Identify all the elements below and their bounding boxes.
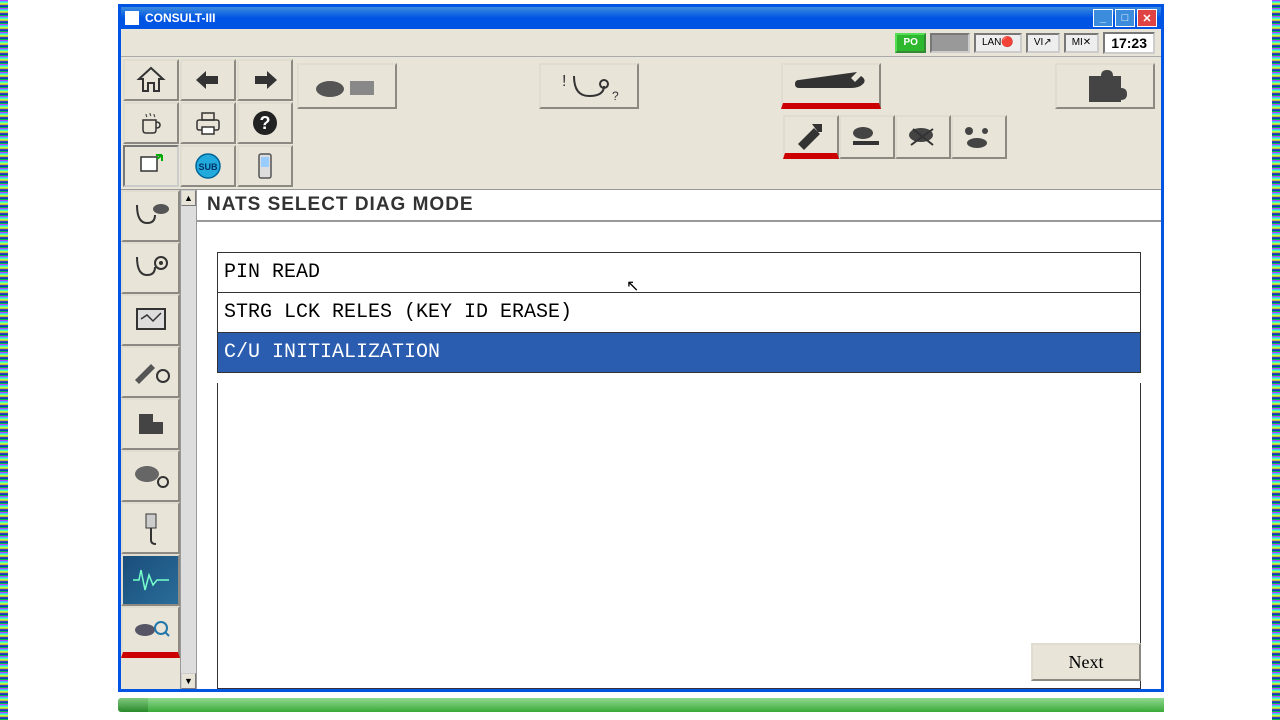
sb-shape[interactable] <box>121 398 180 450</box>
help-icon: ? <box>251 109 279 137</box>
subtab-tool4[interactable] <box>951 115 1007 159</box>
status-vi: VI↗ <box>1026 33 1060 53</box>
ecu-icon <box>131 460 171 492</box>
app-icon <box>125 11 139 25</box>
svg-text:!: ! <box>562 73 566 90</box>
tab-vehicle[interactable] <box>297 63 397 109</box>
sb-probe[interactable] <box>121 502 180 554</box>
block-icon <box>133 408 169 440</box>
tab-diagnostic[interactable]: !? <box>539 63 639 109</box>
window-title: CONSULT-III <box>145 11 1093 25</box>
diag-mode-list: PIN READ STRG LCK RELES (KEY ID ERASE) C… <box>217 252 1141 373</box>
list-item[interactable]: C/U INITIALIZATION <box>218 333 1140 372</box>
wrench-icon <box>791 72 871 96</box>
decorative-noise-left <box>0 0 8 720</box>
close-button[interactable]: ✕ <box>1137 9 1157 27</box>
help-button[interactable]: ? <box>237 102 293 144</box>
car-plug-icon <box>312 71 382 101</box>
puzzle-icon <box>1083 68 1127 104</box>
list-item[interactable]: PIN READ <box>218 253 1140 293</box>
tab-repair[interactable] <box>781 63 881 109</box>
subtab-tool3[interactable] <box>895 115 951 159</box>
sb-write[interactable] <box>121 346 180 398</box>
svg-text:SUB: SUB <box>198 162 218 172</box>
steth-car-icon <box>131 199 171 233</box>
sub-button[interactable]: SUB <box>180 145 236 187</box>
page-title: NATS SELECT DIAG MODE <box>197 190 1161 222</box>
main-panel: NATS SELECT DIAG MODE PIN READ STRG LCK … <box>197 190 1161 689</box>
clock: 17:23 <box>1103 32 1155 54</box>
sidebar-scrollbar[interactable]: ▲ ▼ <box>180 190 196 689</box>
sb-ecu[interactable] <box>121 450 180 502</box>
search-car-icon <box>131 616 171 644</box>
tab-puzzle[interactable] <box>1055 63 1155 109</box>
stethoscope-alert-icon: !? <box>554 68 624 104</box>
screen-icon <box>138 153 164 179</box>
list-blank-area <box>217 383 1141 689</box>
subtab-tool1[interactable] <box>783 115 839 159</box>
status-bar: PO LAN🔴 VI↗ MI✕ 17:23 <box>121 29 1161 57</box>
status-po: PO <box>895 33 925 53</box>
decorative-noise-right <box>1272 0 1280 720</box>
scroll-up-button[interactable]: ▲ <box>181 190 196 206</box>
sb-diag1[interactable] <box>121 190 180 242</box>
svg-text:?: ? <box>260 113 271 133</box>
start-button[interactable] <box>118 698 148 712</box>
monitor-icon <box>133 305 169 335</box>
content-area: ▲ ▼ NATS SELECT DIAG MODE PIN READ STRG … <box>121 190 1161 689</box>
scroll-down-button[interactable]: ▼ <box>181 673 196 689</box>
back-button[interactable] <box>180 59 236 101</box>
print-button[interactable] <box>180 102 236 144</box>
status-mi: MI✕ <box>1064 33 1100 53</box>
printer-icon <box>193 110 223 136</box>
list-item[interactable]: STRG LCK RELES (KEY ID ERASE) <box>218 293 1140 333</box>
arrow-right-icon <box>251 69 279 91</box>
forward-button[interactable] <box>237 59 293 101</box>
toolbar: ? SUB !? <box>121 57 1161 190</box>
maximize-button[interactable]: □ <box>1115 9 1135 27</box>
car-tools-icon <box>905 123 941 151</box>
taskbar-body <box>148 698 1164 712</box>
next-button[interactable]: Next <box>1031 643 1141 681</box>
coffee-icon <box>138 110 164 136</box>
taskbar[interactable] <box>118 698 1164 712</box>
waveform-icon <box>131 565 171 595</box>
home-button[interactable] <box>123 59 179 101</box>
titlebar: CONSULT-III _ □ ✕ <box>121 7 1161 29</box>
screen-button[interactable] <box>123 145 179 187</box>
minimize-button[interactable]: _ <box>1093 9 1113 27</box>
steth-gear-icon <box>131 251 171 285</box>
hammer-icon <box>794 120 828 150</box>
status-blank <box>930 33 970 53</box>
sb-search[interactable] <box>121 606 180 658</box>
pen-chip-icon <box>131 356 171 388</box>
sb-diag2[interactable] <box>121 242 180 294</box>
left-sidebar: ▲ ▼ <box>121 190 197 689</box>
parts-icon <box>961 123 997 151</box>
arrow-left-icon <box>194 69 222 91</box>
probe-icon <box>136 510 166 546</box>
coffee-button[interactable] <box>123 102 179 144</box>
device-icon <box>256 152 274 180</box>
sub-icon: SUB <box>194 152 222 180</box>
home-icon <box>136 66 166 94</box>
device-button[interactable] <box>237 145 293 187</box>
sb-waveform[interactable] <box>121 554 180 606</box>
sb-monitor[interactable] <box>121 294 180 346</box>
svg-text:?: ? <box>612 89 619 103</box>
main-window: CONSULT-III _ □ ✕ PO LAN🔴 VI↗ MI✕ 17:23 <box>118 4 1164 692</box>
subtab-tool2[interactable] <box>839 115 895 159</box>
status-lan: LAN🔴 <box>974 33 1022 53</box>
car-wrench-icon <box>849 123 885 151</box>
